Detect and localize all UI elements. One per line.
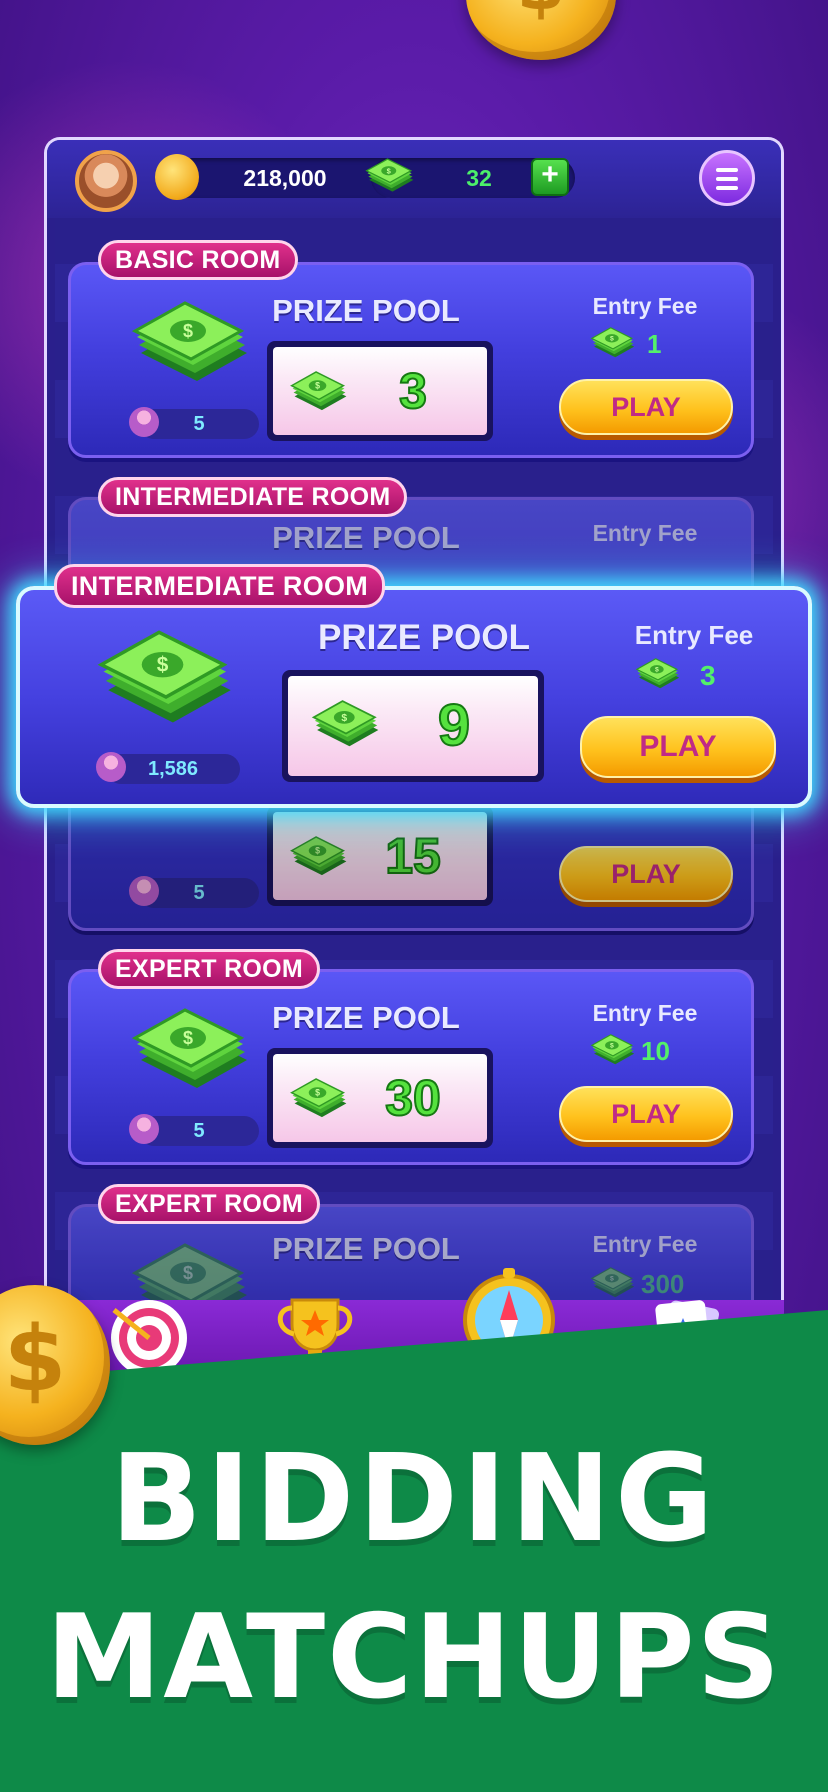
headline-line-2: MATCHUPS (45, 1590, 783, 1725)
play-button[interactable]: PLAY (559, 846, 733, 902)
entry-fee-label: Entry Fee (592, 293, 698, 319)
cash-icon (290, 371, 348, 411)
players-value: 5 (193, 413, 205, 435)
player-icon (129, 876, 159, 906)
entry-fee-label: Entry Fee (592, 1000, 698, 1026)
cash-icon (591, 1034, 635, 1065)
player-icon (96, 752, 126, 782)
cash-value: 32 (466, 165, 492, 191)
add-cash-button[interactable]: + (531, 158, 569, 196)
prize-pool-label: PRIZE POOL (272, 520, 460, 555)
cash-icon (290, 836, 348, 876)
cash-stack-icon (133, 301, 249, 383)
room-tag-featured: INTERMEDIATE ROOM (54, 564, 386, 608)
prize-pool-value: 3 (398, 362, 428, 420)
menu-bar-icon (716, 177, 738, 181)
coins-value: 218,000 (243, 165, 327, 191)
cash-icon (290, 1078, 348, 1118)
player-avatar[interactable] (75, 150, 137, 212)
cash-stack-icon (133, 1008, 249, 1090)
players-count: 5 (129, 407, 259, 439)
prize-pool-label: PRIZE POOL (318, 618, 530, 657)
menu-bar-icon (716, 186, 738, 190)
players-count: 5 (129, 1114, 259, 1146)
play-button[interactable]: PLAY (559, 379, 733, 435)
room-card-expert[interactable]: 5 PRIZE POOL 30 Entry Fee 10 PLAY (68, 969, 754, 1165)
prize-pool-display: 30 (267, 1048, 493, 1148)
cash-icon (365, 158, 415, 193)
player-icon (129, 1114, 159, 1144)
play-button[interactable]: PLAY (580, 716, 776, 778)
entry-fee-value: 10 (641, 1036, 670, 1066)
room-tag: BASIC ROOM (98, 240, 298, 280)
menu-bar-icon (716, 168, 738, 172)
players-count: 1,586 (96, 752, 240, 784)
players-value: 5 (193, 882, 205, 904)
players-value: 1,586 (147, 758, 199, 780)
cash-stack-icon (99, 630, 233, 725)
players-value: 5 (193, 1120, 205, 1142)
prize-pool-value: 30 (384, 1069, 442, 1127)
top-bar: 218,000 32 + (47, 140, 781, 218)
players-count: 5 (129, 876, 259, 908)
prize-pool-display: 15 (267, 806, 493, 906)
entry-fee-value: 1 (647, 329, 662, 359)
prize-pool-label: PRIZE POOL (272, 293, 460, 328)
entry-fee-value: 3 (700, 660, 716, 691)
cash-icon (636, 658, 680, 689)
prize-pool-label: PRIZE POOL (272, 1000, 460, 1035)
entry-fee-label: Entry Fee (592, 1231, 698, 1257)
room-card-basic[interactable]: 5 PRIZE POOL 3 Entry Fee 1 PLAY (68, 262, 754, 458)
prize-pool-value: 15 (384, 827, 442, 885)
room-tag: INTERMEDIATE ROOM (98, 477, 408, 517)
prize-pool-label: PRIZE POOL (272, 1231, 460, 1266)
cash-icon (312, 700, 380, 748)
menu-button[interactable] (699, 150, 755, 206)
cash-icon (591, 1267, 635, 1298)
play-button[interactable]: PLAY (559, 1086, 733, 1142)
entry-fee-label: Entry Fee (592, 520, 698, 546)
prize-pool-display: 9 (282, 670, 544, 782)
prize-pool-value: 9 (437, 692, 471, 759)
coin-icon (155, 154, 199, 200)
room-tag: EXPERT ROOM (98, 949, 321, 989)
prize-pool-display: 3 (267, 341, 493, 441)
entry-fee-label: Entry Fee (634, 620, 754, 650)
room-card-featured[interactable]: 1,586 PRIZE POOL 9 Entry Fee 3 PLAY (16, 586, 812, 808)
cash-icon (591, 327, 635, 358)
headline-line-1: BIDDING (110, 1430, 718, 1569)
player-icon (129, 407, 159, 437)
room-tag: EXPERT ROOM (98, 1184, 321, 1224)
